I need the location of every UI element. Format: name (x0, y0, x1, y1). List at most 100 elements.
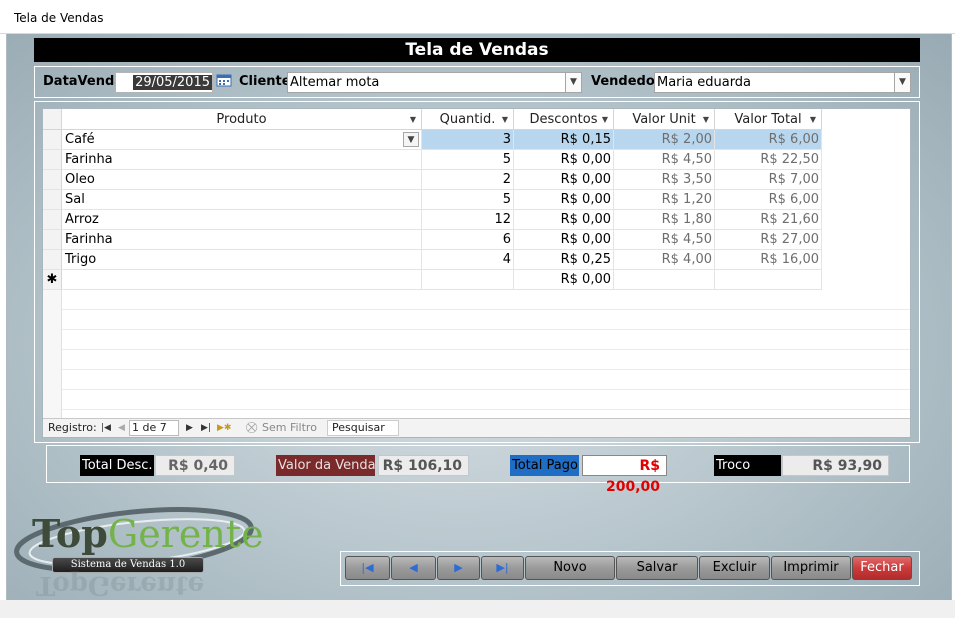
cell-quantid[interactable]: 12 (422, 210, 514, 230)
first-record-button[interactable]: |◀ (345, 556, 390, 580)
table-row[interactable]: Farinha 5 R$ 0,00 R$ 4,50 R$ 22,50 (43, 150, 822, 170)
previous-record-icon: ◀ (409, 561, 418, 574)
cliente-label: Cliente (239, 74, 291, 89)
cell-quantid[interactable]: 3 (422, 130, 514, 150)
chevron-down-icon[interactable]: ▼ (403, 132, 419, 147)
new-record-icon[interactable]: ▶✱ (217, 419, 231, 437)
last-record-icon[interactable]: ▶| (201, 419, 211, 437)
cell-quantid[interactable]: 6 (422, 230, 514, 250)
next-record-icon[interactable]: ▶ (186, 419, 193, 437)
cell-descontos[interactable]: R$ 0,00 (514, 270, 614, 290)
table-row[interactable]: Café ▼ 3 R$ 0,15 R$ 2,00 R$ 6,00 (43, 130, 822, 150)
cliente-combobox[interactable]: Altemar mota ▼ (287, 72, 582, 93)
column-header-produto[interactable]: Produto ▼ (62, 109, 422, 130)
search-input[interactable]: Pesquisar (327, 420, 399, 436)
table-row[interactable]: Oleo 2 R$ 0,00 R$ 3,50 R$ 7,00 (43, 170, 822, 190)
first-record-icon[interactable]: |◀ (101, 419, 111, 437)
cell-produto[interactable]: Trigo (62, 250, 422, 270)
previous-record-icon[interactable]: ◀ (118, 419, 125, 437)
logo-reflection-main: Gerente (87, 570, 205, 600)
record-position-field[interactable]: 1 de 7 (129, 420, 179, 436)
sort-arrow-icon[interactable]: ▼ (703, 109, 709, 130)
window-titlebar: Tela de Vendas (0, 0, 955, 34)
cell-descontos[interactable]: R$ 0,15 (514, 130, 614, 150)
valor-venda-value: R$ 106,10 (378, 455, 469, 476)
cliente-value: Altemar mota (290, 75, 380, 90)
cell-valor-total: R$ 6,00 (715, 190, 822, 210)
last-record-button[interactable]: ▶| (481, 556, 524, 580)
record-selector[interactable] (43, 170, 62, 190)
column-header-label: Valor Total (734, 112, 802, 127)
filter-status[interactable]: Sem Filtro (262, 419, 317, 437)
table-row[interactable]: Trigo 4 R$ 0,25 R$ 4,00 R$ 16,00 (43, 250, 822, 270)
cell-quantid[interactable] (422, 270, 514, 290)
calendar-icon[interactable] (216, 73, 232, 87)
cell-valor-unit: R$ 4,50 (614, 230, 715, 250)
record-selector[interactable] (43, 130, 62, 150)
table-row[interactable]: Sal 5 R$ 0,00 R$ 1,20 R$ 6,00 (43, 190, 822, 210)
search-placeholder: Pesquisar (332, 421, 385, 434)
cell-valor-unit: R$ 1,20 (614, 190, 715, 210)
table-row[interactable]: Farinha 6 R$ 0,00 R$ 4,50 R$ 27,00 (43, 230, 822, 250)
cell-descontos[interactable]: R$ 0,00 (514, 150, 614, 170)
record-selector[interactable] (43, 190, 62, 210)
fechar-button[interactable]: Fechar (852, 556, 912, 580)
sort-arrow-icon[interactable]: ▼ (410, 109, 416, 130)
troco-value: R$ 93,90 (782, 455, 889, 476)
vendedor-combobox[interactable]: Maria eduarda ▼ (654, 72, 911, 93)
sort-arrow-icon[interactable]: ▼ (502, 109, 508, 130)
column-header-label: Valor Unit (632, 112, 696, 127)
cell-descontos[interactable]: R$ 0,00 (514, 170, 614, 190)
column-header-quantid[interactable]: Quantid. ▼ (422, 109, 514, 130)
cell-produto[interactable] (62, 270, 422, 290)
cell-produto[interactable]: Arroz (62, 210, 422, 230)
column-header-descontos[interactable]: Descontos ▼ (514, 109, 614, 130)
cell-produto-value: Café (65, 132, 95, 147)
total-pago-input[interactable]: R$ 200,00 (582, 455, 667, 495)
filter-icon[interactable]: ⛒ (246, 419, 257, 437)
cell-quantid[interactable]: 2 (422, 170, 514, 190)
cell-descontos[interactable]: R$ 0,00 (514, 230, 614, 250)
record-position: 1 de 7 (132, 421, 167, 434)
chevron-down-icon[interactable]: ▼ (894, 73, 910, 92)
cell-valor-total: R$ 21,60 (715, 210, 822, 230)
cell-descontos[interactable]: R$ 0,25 (514, 250, 614, 270)
record-navigator: Registro: |◀ ◀ 1 de 7 ▶ ▶| ▶✱ ⛒ Sem Filt… (43, 418, 910, 437)
salvar-button[interactable]: Salvar (616, 556, 698, 580)
cell-produto[interactable]: Café ▼ (62, 130, 422, 150)
empty-grid-line (43, 370, 910, 390)
excluir-button[interactable]: Excluir (699, 556, 770, 580)
next-record-button[interactable]: ▶ (437, 556, 480, 580)
imprimir-button[interactable]: Imprimir (771, 556, 851, 580)
novo-button[interactable]: Novo (525, 556, 615, 580)
cell-quantid[interactable]: 4 (422, 250, 514, 270)
vendedor-value: Maria eduarda (657, 75, 752, 90)
select-all-corner[interactable] (43, 109, 62, 130)
cell-produto[interactable]: Farinha (62, 230, 422, 250)
cell-produto[interactable]: Farinha (62, 150, 422, 170)
cell-quantid[interactable]: 5 (422, 150, 514, 170)
record-selector[interactable] (43, 250, 62, 270)
data-venda-field[interactable]: 29/05/2015 (115, 72, 213, 93)
cell-quantid[interactable]: 5 (422, 190, 514, 210)
first-record-icon: |◀ (361, 561, 374, 574)
cell-produto[interactable]: Oleo (62, 170, 422, 190)
cell-valor-total: R$ 22,50 (715, 150, 822, 170)
sort-arrow-icon[interactable]: ▼ (810, 109, 816, 130)
cell-descontos[interactable]: R$ 0,00 (514, 190, 614, 210)
next-record-icon: ▶ (454, 561, 463, 574)
previous-record-button[interactable]: ◀ (391, 556, 436, 580)
record-selector[interactable] (43, 210, 62, 230)
column-header-valor-unit[interactable]: Valor Unit ▼ (614, 109, 715, 130)
sort-arrow-icon[interactable]: ▼ (602, 109, 608, 130)
logo-brand-main: Gerente (107, 512, 264, 556)
record-selector[interactable] (43, 230, 62, 250)
status-strip (0, 600, 955, 618)
table-row[interactable]: Arroz 12 R$ 0,00 R$ 1,80 R$ 21,60 (43, 210, 822, 230)
new-record-row[interactable]: ✱ R$ 0,00 (43, 270, 822, 290)
chevron-down-icon[interactable]: ▼ (565, 73, 581, 92)
record-selector[interactable] (43, 150, 62, 170)
column-header-valor-total[interactable]: Valor Total ▼ (715, 109, 822, 130)
cell-descontos[interactable]: R$ 0,00 (514, 210, 614, 230)
cell-produto[interactable]: Sal (62, 190, 422, 210)
